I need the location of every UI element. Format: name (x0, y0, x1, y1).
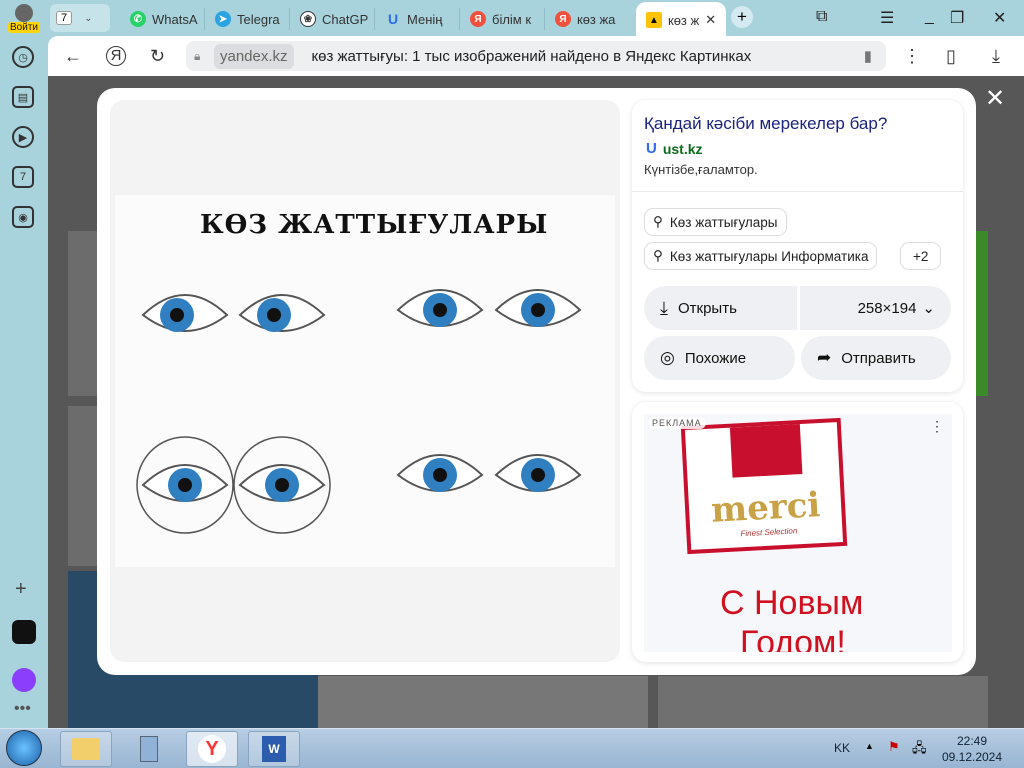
tab-counter[interactable]: 7 ⌄ (50, 4, 110, 32)
new-tab-button[interactable]: + (731, 6, 753, 28)
tab-ustkz[interactable]: U Менің (385, 8, 460, 30)
image-icon: ▲ (646, 12, 662, 28)
word-icon: W (262, 736, 286, 762)
action-center-flag-icon[interactable]: ⚑ (888, 739, 900, 755)
image-description: Күнтізбе,ғаламтор. (644, 162, 758, 177)
tag-chip[interactable]: ⚲ Көз жаттығулары Информатика (644, 242, 878, 270)
show-hidden-icons[interactable]: ▲ (865, 741, 874, 751)
tag-chip[interactable]: ⚲ Көз жаттығулары (644, 208, 787, 236)
image-title-link[interactable]: Қандай кәсіби мерекелер бар? (644, 114, 887, 134)
language-indicator[interactable]: KK (834, 741, 850, 755)
downloads-icon[interactable]: ⤓ (992, 46, 1000, 67)
ad-image[interactable]: merci Finest Selection РЕКЛАМА ⋮ С Новым… (644, 414, 952, 652)
size-dropdown[interactable]: 258×194 ⌄ (800, 286, 951, 330)
tab-bilim[interactable]: Ябілім к (470, 8, 545, 30)
eye-exercises-image (115, 195, 615, 567)
explorer-taskbar-button[interactable] (60, 731, 112, 767)
tab-chatgpt[interactable]: ❀ ChatGP (300, 8, 375, 30)
calendar-icon[interactable]: 7 (12, 166, 34, 188)
divider (632, 191, 963, 192)
calculator-taskbar-button[interactable] (123, 731, 175, 767)
tab-telegram[interactable]: ➤ Telegra (215, 8, 290, 30)
close-window-button[interactable]: ✕ (993, 8, 1006, 28)
collections-icon[interactable]: ▤ (12, 86, 34, 108)
screenshot-icon[interactable]: ◉ (12, 206, 34, 228)
back-button[interactable]: ← (64, 46, 82, 67)
video-icon[interactable]: ▶ (12, 126, 34, 148)
more-icon[interactable]: ⋮ (903, 46, 921, 67)
ustkz-icon: U (387, 11, 399, 27)
open-button[interactable]: ⤓ Открыть (644, 286, 797, 330)
add-panel-icon[interactable]: + (15, 578, 27, 601)
share-icon: ➦ (817, 348, 832, 367)
alice-icon[interactable] (12, 668, 36, 692)
chevron-down-icon: ⌄ (84, 12, 93, 24)
alice-station-icon[interactable] (12, 620, 36, 644)
extensions-icon[interactable]: ▯ (946, 46, 956, 67)
calculator-icon (140, 736, 158, 762)
reload-button[interactable]: ↻ (150, 46, 165, 67)
bookmarks-panel-icon[interactable]: ⧉ (816, 8, 827, 26)
tab-strip: Войти 7 ⌄ ✆ WhatsA ➤ Telegra ❀ ChatGP U Мені… (0, 0, 1024, 38)
yandex-browser-taskbar-button[interactable]: Y (186, 731, 238, 767)
profile-button[interactable]: Войти (8, 4, 40, 33)
tab-koz[interactable]: Якөз жа (555, 8, 630, 30)
clock[interactable]: 22:49 09.12.2024 (940, 733, 1004, 765)
telegram-icon: ➤ (215, 11, 231, 27)
folder-icon (72, 738, 100, 760)
menu-icon[interactable]: ☰ (880, 8, 894, 28)
close-tab-icon[interactable]: ✕ (705, 12, 716, 28)
close-viewer-button[interactable]: ✕ (985, 84, 1005, 113)
advertisement-card[interactable]: merci Finest Selection РЕКЛАМА ⋮ С Новым… (632, 402, 963, 662)
image-preview[interactable]: КӨЗ ЖАТТЫҒУЛАРЫ (110, 100, 620, 662)
chatgpt-icon: ❀ (300, 11, 316, 27)
word-taskbar-button[interactable]: W (248, 731, 300, 767)
lock-icon: 🔒︎ (194, 48, 201, 63)
chocolate-box: merci Finest Selection (680, 417, 848, 555)
ad-badge: РЕКЛАМА (648, 417, 706, 429)
tab-whatsapp[interactable]: ✆ WhatsA (130, 8, 205, 30)
tab-active-images[interactable]: ▲ көз ж ✕ (636, 2, 726, 38)
share-button[interactable]: ➦ Отправить (801, 336, 951, 380)
download-icon: ⤓ (660, 297, 668, 318)
image-viewer-modal: КӨЗ ЖАТТЫҒУЛАРЫ Қандай кәсіби мерекелер … (97, 88, 976, 675)
left-sidebar: ◷ ▤ ▶ 7 ◉ + ••• (0, 38, 48, 728)
minimize-button[interactable]: _ (925, 8, 934, 26)
similar-button[interactable]: ◎ Похожие (644, 336, 795, 380)
maximize-button[interactable]: ❐ (950, 8, 964, 28)
whatsapp-icon: ✆ (130, 11, 146, 27)
yandex-icon: Я (555, 11, 571, 27)
more-tags-chip[interactable]: +2 (900, 242, 942, 270)
login-label: Войти (8, 22, 40, 33)
yandex-browser-icon: Y (198, 735, 226, 763)
camera-icon: ◎ (660, 348, 675, 367)
ustkz-logo-icon: U (646, 140, 657, 157)
image-caption: КӨЗ ЖАТТЫҒУЛАРЫ (200, 210, 549, 240)
image-info-card: Қандай кәсіби мерекелер бар? Uust.kz Күн… (632, 100, 963, 392)
network-icon[interactable]: 🖧︎ (912, 739, 927, 761)
ad-menu-icon[interactable]: ⋮ (930, 418, 944, 435)
start-button[interactable] (6, 730, 42, 766)
chevron-down-icon: ⌄ (922, 300, 935, 317)
sidebar-more-icon[interactable]: ••• (14, 700, 31, 718)
source-link[interactable]: Uust.kz (646, 140, 703, 157)
avatar-icon (15, 4, 33, 22)
search-icon: ⚲ (653, 214, 663, 229)
windows-taskbar: Y W KK ▲ ⚑ 🖧︎ 22:49 09.12.2024 (0, 728, 1024, 768)
url-bar[interactable]: 🔒︎ yandex.kz көз жаттығуы: 1 тыс изображ… (186, 41, 886, 71)
history-icon[interactable]: ◷ (12, 46, 34, 68)
yandex-home-button[interactable]: Я (106, 46, 126, 66)
search-icon: ⚲ (653, 248, 663, 263)
bookmark-icon[interactable]: ▮ (864, 47, 872, 65)
yandex-icon: Я (470, 11, 486, 27)
